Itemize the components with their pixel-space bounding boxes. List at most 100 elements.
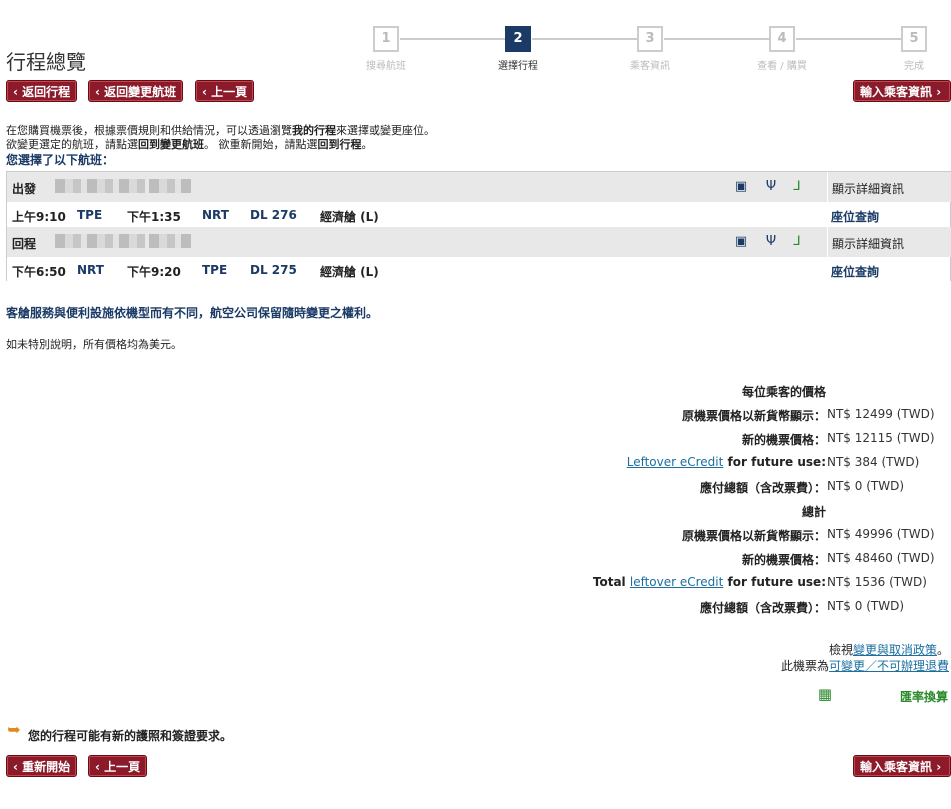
back-to-change-flight-link[interactable]: 回到變更航班 <box>138 138 204 151</box>
depart-time: 下午6:50 <box>12 265 66 279</box>
button-label: 上一頁 <box>211 85 248 99</box>
currency-notice: 如未特別說明，所有價格均為美元。 <box>6 338 182 351</box>
price-label: 應付總額（含改票費）： <box>699 601 826 615</box>
step-1: 1 搜尋航班 <box>356 26 416 72</box>
flight-number[interactable]: DL 276 <box>250 208 297 222</box>
price-label: 原機票價格以新貨幣顯示： <box>681 529 826 543</box>
price-value: NT$ 48460 (TWD) <box>827 551 935 565</box>
details-label: 顯示詳細資訊 <box>832 182 905 196</box>
redacted-passenger <box>149 179 191 193</box>
step-label: 搜尋航班 <box>366 61 406 72</box>
total-price-header: 總計 <box>801 505 826 519</box>
button-label: 返回行程 <box>22 85 71 99</box>
price-label: Total <box>592 575 626 589</box>
button-label: 重新開始 <box>22 760 71 774</box>
depart-airport: TPE <box>77 208 103 222</box>
intro-text: 欲變更選定的航班，請點選 <box>6 138 138 151</box>
step-number: 1 <box>373 26 399 52</box>
passport-visa-note: 您的行程可能有新的護照和簽證要求。 <box>28 729 233 743</box>
calculator-icon[interactable]: ▦ <box>817 686 833 702</box>
step-label: 乘客資訊 <box>630 61 670 72</box>
flights-table: 出發 ▣ Ψ ⅃ 顯示詳細資訊 上午9:10 TPE 下午1:35 NRT DL… <box>6 171 951 282</box>
price-label: for future use: <box>727 575 826 589</box>
policy-line: 檢視變更與取消政策。 <box>829 641 949 658</box>
change-cancel-policy-link[interactable]: 變更與取消政策 <box>853 643 937 657</box>
redacted-passenger <box>55 179 145 193</box>
chevron-left-icon: ‹ <box>13 85 23 99</box>
redacted-passenger <box>149 234 191 248</box>
step-3: 3 乘客資訊 <box>620 26 680 72</box>
flight-header-outbound: 出發 ▣ Ψ ⅃ 顯示詳細資訊 <box>7 172 951 203</box>
flight-header-return: 回程 ▣ Ψ ⅃ 顯示詳細資訊 <box>7 227 951 258</box>
ticket-type-line: 此機票為可變更／不可辦理退費 <box>781 657 949 674</box>
step-2: 2 選擇行程 <box>488 26 548 72</box>
currency-converter-link[interactable]: 匯率換算 <box>900 688 948 705</box>
price-label: for future use: <box>727 455 826 469</box>
show-details-link[interactable]: 顯示詳細資訊 <box>827 227 951 257</box>
seat-lookup-link[interactable]: 座位查詢 <box>831 263 879 280</box>
price-value: NT$ 1536 (TWD) <box>827 575 927 589</box>
back-to-change-flight-button[interactable]: ‹ 返回變更航班 <box>88 80 184 102</box>
depart-airport: NRT <box>77 263 104 277</box>
price-label: 新的機票價格： <box>741 553 826 567</box>
intro-text: 。 <box>361 138 373 151</box>
show-details-link[interactable]: 顯示詳細資訊 <box>827 172 951 202</box>
depart-time: 上午9:10 <box>12 210 66 224</box>
flight-row-return: 下午6:50 NRT 下午9:20 TPE DL 275 經濟艙 (L) 座位查… <box>7 257 950 282</box>
seat-lookup-link[interactable]: 座位查詢 <box>831 208 879 225</box>
back-to-itinerary-button[interactable]: ‹ 返回行程 <box>6 80 78 102</box>
selected-flights-heading: 您選擇了以下航班： <box>6 153 115 167</box>
previous-page-button-bottom[interactable]: ‹ 上一頁 <box>88 755 148 777</box>
page-title: 行程總覽 <box>6 50 86 74</box>
back-to-itinerary-link[interactable]: 回到行程 <box>318 138 362 151</box>
details-label: 顯示詳細資訊 <box>832 237 905 251</box>
previous-page-button[interactable]: ‹ 上一頁 <box>195 80 255 102</box>
flight-direction: 出發 <box>12 182 37 196</box>
step-label: 查看 / 購買 <box>757 61 807 72</box>
price-value: NT$ 384 (TWD) <box>827 455 920 469</box>
price-value: NT$ 0 (TWD) <box>827 599 905 613</box>
entertainment-screen-icon: ▣ <box>734 179 748 194</box>
flight-number[interactable]: DL 275 <box>250 263 297 277</box>
price-value: NT$ 0 (TWD) <box>827 479 905 493</box>
enter-passenger-info-button[interactable]: 輸入乘客資訊 › <box>853 80 951 102</box>
usb-power-icon: Ψ <box>765 179 777 194</box>
leftover-ecredit-link[interactable]: Leftover eCredit <box>627 455 724 469</box>
arrive-airport: TPE <box>202 263 228 277</box>
button-label: 輸入乘客資訊 <box>860 85 933 99</box>
step-number: 4 <box>769 26 795 52</box>
step-label: 選擇行程 <box>498 61 538 72</box>
arrive-time: 下午9:20 <box>127 265 181 279</box>
price-label: 應付總額（含改票費）： <box>699 481 826 495</box>
refund-policy-link[interactable]: 可變更／不可辦理退費 <box>829 659 949 673</box>
button-label: 輸入乘客資訊 <box>860 760 933 774</box>
arrive-time: 下午1:35 <box>127 210 181 224</box>
seat-icon: ⅃ <box>793 179 801 194</box>
policy-text: 檢視 <box>828 643 853 657</box>
button-label: 返回變更航班 <box>104 85 177 99</box>
price-value: NT$ 49996 (TWD) <box>827 527 935 541</box>
cabin-class: 經濟艙 (L) <box>320 265 379 279</box>
restart-button[interactable]: ‹ 重新開始 <box>6 755 78 777</box>
step-number: 5 <box>901 26 927 52</box>
leftover-ecredit-link[interactable]: leftover eCredit <box>630 575 723 589</box>
policy-text: 此機票為 <box>780 659 829 673</box>
cabin-class: 經濟艙 (L) <box>320 210 379 224</box>
enter-passenger-info-button-bottom[interactable]: 輸入乘客資訊 › <box>853 755 951 777</box>
chevron-left-icon: ‹ <box>95 760 105 774</box>
chevron-left-icon: ‹ <box>95 85 105 99</box>
step-number: 3 <box>637 26 663 52</box>
chevron-left-icon: ‹ <box>13 760 23 774</box>
step-number: 2 <box>505 26 531 52</box>
cabin-service-notice: 客艙服務與便利設施依機型而有不同，航空公司保留隨時變更之權利。 <box>6 306 379 320</box>
price-value: NT$ 12499 (TWD) <box>827 407 935 421</box>
price-value: NT$ 12115 (TWD) <box>827 431 935 445</box>
intro-text: 。 欲重新開始，請點選 <box>204 138 318 151</box>
arrive-airport: NRT <box>202 208 229 222</box>
ecredit-row: Leftover eCredit for future use: <box>627 455 826 469</box>
price-label: 原機票價格以新貨幣顯示： <box>681 409 826 423</box>
price-label: 新的機票價格： <box>741 433 826 447</box>
chevron-right-icon: › <box>932 760 942 774</box>
button-label: 上一頁 <box>104 760 141 774</box>
seat-icon: ⅃ <box>793 234 801 249</box>
